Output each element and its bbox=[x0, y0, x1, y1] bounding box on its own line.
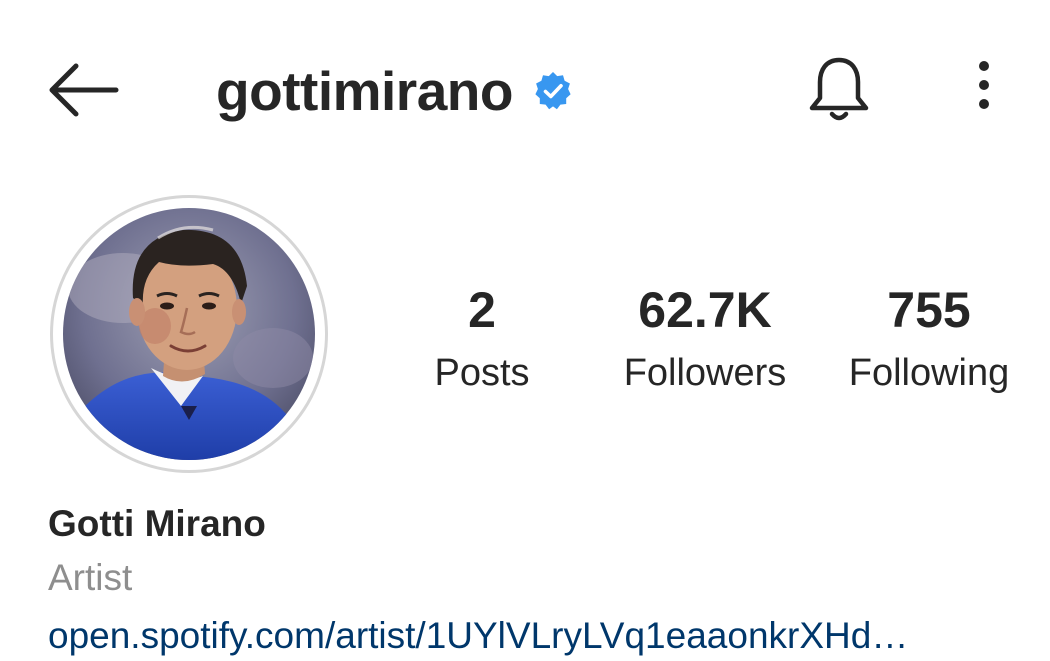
bio-link[interactable]: open.spotify.com/artist/1UYlVLryLVq1eaao… bbox=[48, 612, 1038, 660]
more-options-button[interactable] bbox=[966, 56, 1006, 120]
back-button[interactable] bbox=[40, 60, 130, 120]
profile-full-name: Gotti Mirano bbox=[48, 503, 266, 544]
bell-icon bbox=[809, 57, 869, 121]
followers-stat[interactable]: 62.7K Followers bbox=[605, 280, 805, 396]
profile-category: Artist bbox=[48, 557, 133, 598]
avatar-ring[interactable] bbox=[50, 195, 328, 473]
profile-username: gottimirano bbox=[216, 59, 513, 122]
followers-count: 62.7K bbox=[638, 282, 772, 338]
notifications-button[interactable] bbox=[804, 54, 874, 126]
posts-stat[interactable]: 2 Posts bbox=[412, 280, 552, 396]
following-count: 755 bbox=[887, 282, 971, 338]
posts-count: 2 bbox=[468, 282, 496, 338]
following-stat[interactable]: 755 Following bbox=[830, 280, 1028, 396]
posts-label: Posts bbox=[434, 352, 530, 394]
verified-badge-icon bbox=[533, 71, 573, 111]
followers-label: Followers bbox=[623, 352, 787, 394]
following-label: Following bbox=[848, 352, 1010, 394]
title-group: gottimirano bbox=[216, 56, 573, 126]
more-vertical-icon bbox=[979, 61, 989, 109]
avatar bbox=[63, 208, 315, 460]
profile-photo bbox=[63, 208, 315, 460]
arrow-left-icon bbox=[49, 63, 119, 117]
profile-header: gottimirano bbox=[0, 0, 1050, 180]
